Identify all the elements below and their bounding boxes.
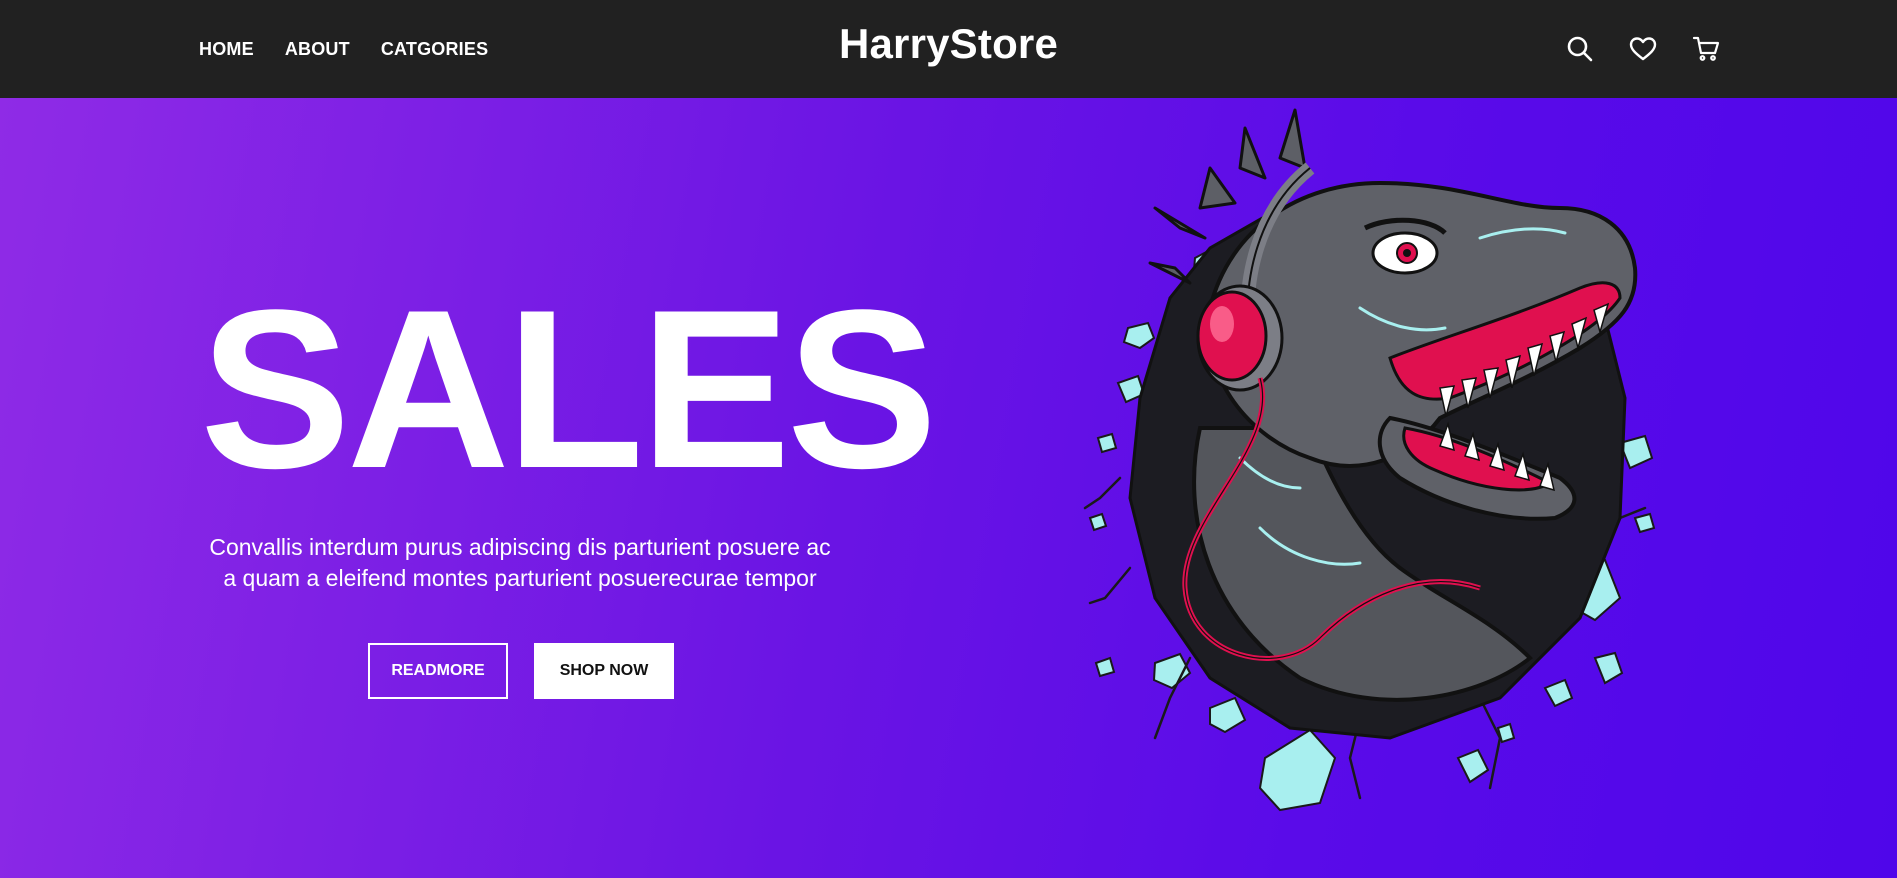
heart-icon[interactable] — [1628, 34, 1658, 64]
nav-icons — [1565, 0, 1721, 98]
nav-link-home[interactable]: HOME — [199, 39, 254, 60]
nav-link-categories[interactable]: CATGORIES — [381, 39, 488, 60]
hero-banner: SALES Convallis interdum purus adipiscin… — [0, 98, 1897, 878]
top-navbar: HOME ABOUT CATGORIES HarryStore — [0, 0, 1897, 98]
shop-now-button[interactable]: SHOP NOW — [534, 643, 674, 699]
search-icon[interactable] — [1565, 34, 1595, 64]
readmore-button[interactable]: READMORE — [368, 643, 508, 699]
main-nav: HOME ABOUT CATGORIES — [199, 0, 488, 98]
cart-icon[interactable] — [1691, 34, 1721, 64]
hero-description: Convallis interdum purus adipiscing dis … — [209, 534, 831, 591]
hero-title: SALES — [200, 262, 937, 515]
nav-link-about[interactable]: ABOUT — [285, 39, 350, 60]
hero-buttons: READMORE SHOP NOW — [368, 643, 674, 699]
dinosaur-headphones-illustration — [1083, 108, 1656, 812]
